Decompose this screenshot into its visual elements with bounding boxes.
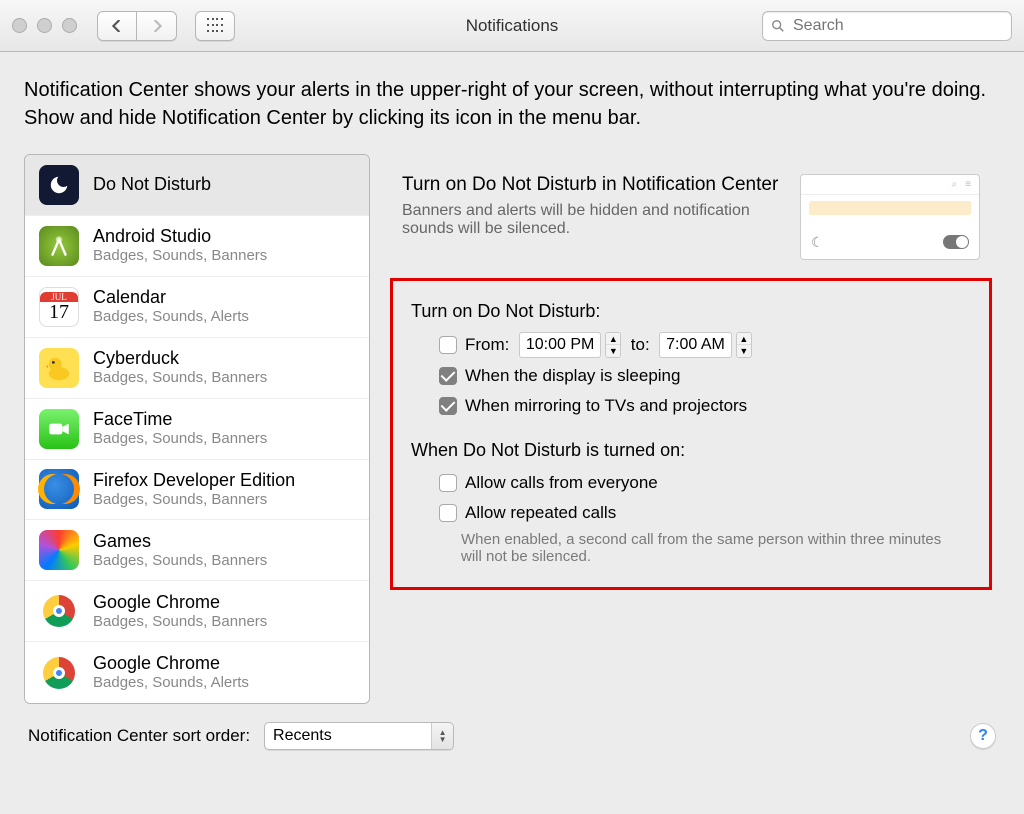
stepper-up-icon[interactable]: ▲ bbox=[606, 333, 620, 345]
from-label: From: bbox=[465, 335, 509, 355]
preview-banner bbox=[809, 201, 971, 215]
repeated-calls-label: Allow repeated calls bbox=[465, 503, 616, 523]
to-time-stepper[interactable]: ▲ ▼ bbox=[736, 332, 752, 358]
stepper-down-icon[interactable]: ▼ bbox=[737, 345, 751, 357]
android-studio-icon bbox=[39, 226, 79, 266]
preview-toggle-icon bbox=[943, 235, 969, 249]
sidebar-item-label: Calendar bbox=[93, 288, 249, 308]
titlebar: Notifications bbox=[0, 0, 1024, 52]
sidebar-item-sub: Badges, Sounds, Alerts bbox=[93, 674, 249, 691]
close-window-button[interactable] bbox=[12, 18, 27, 33]
back-button[interactable] bbox=[97, 11, 137, 41]
sidebar-item-google-chrome-1[interactable]: Google Chrome Badges, Sounds, Banners bbox=[25, 581, 369, 642]
sidebar-item-label: Cyberduck bbox=[93, 349, 267, 369]
sidebar-item-sub: Badges, Sounds, Banners bbox=[93, 430, 267, 447]
games-icon bbox=[39, 530, 79, 570]
schedule-checkbox[interactable] bbox=[439, 336, 457, 354]
sidebar-item-label: Google Chrome bbox=[93, 593, 267, 613]
content-area: Notification Center shows your alerts in… bbox=[0, 52, 1024, 768]
sidebar-item-google-chrome-2[interactable]: Google Chrome Badges, Sounds, Alerts bbox=[25, 642, 369, 703]
cyberduck-icon bbox=[39, 348, 79, 388]
firefox-icon bbox=[39, 469, 79, 509]
allow-calls-checkbox[interactable] bbox=[439, 474, 457, 492]
sort-order-row: Notification Center sort order: Recents … bbox=[24, 704, 1000, 754]
app-list[interactable]: Do Not Disturb Android Studio Badges, So… bbox=[24, 154, 370, 704]
show-all-button[interactable] bbox=[195, 11, 235, 41]
sort-order-dropdown[interactable]: Recents ▲▼ bbox=[264, 722, 454, 750]
repeat-calls-row: Allow repeated calls bbox=[411, 501, 971, 525]
allow-calls-row: Allow calls from everyone bbox=[411, 471, 971, 495]
sidebar-item-games[interactable]: Games Badges, Sounds, Banners bbox=[25, 520, 369, 581]
nav-buttons bbox=[97, 11, 177, 41]
sidebar-item-label: Firefox Developer Edition bbox=[93, 471, 295, 491]
chevron-up-down-icon: ▲▼ bbox=[431, 723, 453, 749]
intro-text: Notification Center shows your alerts in… bbox=[24, 76, 1000, 132]
schedule-row: From: 10:00 PM ▲ ▼ to: 7:00 AM ▲ ▼ bbox=[411, 332, 971, 358]
sort-order-label: Notification Center sort order: bbox=[28, 726, 250, 746]
sidebar-item-cyberduck[interactable]: Cyberduck Badges, Sounds, Banners bbox=[25, 338, 369, 399]
from-time-field[interactable]: 10:00 PM bbox=[519, 332, 601, 358]
repeated-calls-note: When enabled, a second call from the sam… bbox=[461, 531, 961, 565]
chrome-icon bbox=[39, 591, 79, 631]
sidebar-item-firefox-dev[interactable]: Firefox Developer Edition Badges, Sounds… bbox=[25, 460, 369, 521]
zoom-window-button[interactable] bbox=[62, 18, 77, 33]
mirror-row: When mirroring to TVs and projectors bbox=[411, 394, 971, 418]
sort-order-value: Recents bbox=[273, 727, 332, 745]
section-on-title: When Do Not Disturb is turned on: bbox=[411, 440, 971, 461]
preview-list-icon: ≡ bbox=[965, 179, 971, 190]
settings-highlight-box: Turn on Do Not Disturb: From: 10:00 PM ▲… bbox=[390, 278, 992, 590]
sidebar-item-do-not-disturb[interactable]: Do Not Disturb bbox=[25, 155, 369, 216]
minimize-window-button[interactable] bbox=[37, 18, 52, 33]
sidebar-item-sub: Badges, Sounds, Banners bbox=[93, 491, 295, 508]
moon-icon bbox=[39, 165, 79, 205]
to-time-field[interactable]: 7:00 AM bbox=[659, 332, 732, 358]
stepper-up-icon[interactable]: ▲ bbox=[737, 333, 751, 345]
sidebar-item-sub: Badges, Sounds, Banners bbox=[93, 247, 267, 264]
sidebar-item-sub: Badges, Sounds, Banners bbox=[93, 613, 267, 630]
to-label: to: bbox=[631, 335, 650, 355]
sleep-row: When the display is sleeping bbox=[411, 364, 971, 388]
search-field[interactable] bbox=[762, 11, 1012, 41]
preview-search-icon: ⌕ bbox=[952, 179, 958, 190]
forward-button[interactable] bbox=[137, 11, 177, 41]
sidebar-item-label: Do Not Disturb bbox=[93, 175, 211, 195]
sidebar-item-label: FaceTime bbox=[93, 410, 267, 430]
from-time-stepper[interactable]: ▲ ▼ bbox=[605, 332, 621, 358]
sidebar-item-label: Google Chrome bbox=[93, 654, 249, 674]
allow-calls-label: Allow calls from everyone bbox=[465, 473, 658, 493]
sidebar-item-sub: Badges, Sounds, Alerts bbox=[93, 308, 249, 325]
notification-center-preview: ⌕ ≡ ☾ bbox=[800, 174, 980, 260]
help-button[interactable]: ? bbox=[970, 723, 996, 749]
stepper-down-icon[interactable]: ▼ bbox=[606, 345, 620, 357]
detail-header: Turn on Do Not Disturb in Notification C… bbox=[382, 154, 1000, 274]
search-input[interactable] bbox=[791, 16, 1003, 36]
panes: Do Not Disturb Android Studio Badges, So… bbox=[24, 154, 1000, 704]
sidebar-item-label: Android Studio bbox=[93, 227, 267, 247]
mirroring-checkbox[interactable] bbox=[439, 397, 457, 415]
search-icon bbox=[771, 19, 785, 33]
detail-heading: Turn on Do Not Disturb in Notification C… bbox=[402, 174, 782, 196]
detail-sub: Banners and alerts will be hidden and no… bbox=[402, 202, 782, 238]
chrome-icon bbox=[39, 653, 79, 693]
repeated-calls-checkbox[interactable] bbox=[439, 504, 457, 522]
preview-moon-icon: ☾ bbox=[811, 234, 824, 251]
display-sleeping-label: When the display is sleeping bbox=[465, 366, 680, 386]
sidebar-item-facetime[interactable]: FaceTime Badges, Sounds, Banners bbox=[25, 399, 369, 460]
facetime-icon bbox=[39, 409, 79, 449]
sidebar-item-calendar[interactable]: JUL 17 Calendar Badges, Sounds, Alerts bbox=[25, 277, 369, 338]
window-controls bbox=[12, 18, 77, 33]
sidebar-item-android-studio[interactable]: Android Studio Badges, Sounds, Banners bbox=[25, 216, 369, 277]
calendar-icon: JUL 17 bbox=[39, 287, 79, 327]
section-schedule-title: Turn on Do Not Disturb: bbox=[411, 301, 971, 322]
display-sleeping-checkbox[interactable] bbox=[439, 367, 457, 385]
mirroring-label: When mirroring to TVs and projectors bbox=[465, 396, 747, 416]
detail-panel: Turn on Do Not Disturb in Notification C… bbox=[382, 154, 1000, 704]
sidebar-item-sub: Badges, Sounds, Banners bbox=[93, 552, 267, 569]
sidebar-item-label: Games bbox=[93, 532, 267, 552]
sidebar-item-sub: Badges, Sounds, Banners bbox=[93, 369, 267, 386]
grid-icon bbox=[207, 18, 223, 34]
